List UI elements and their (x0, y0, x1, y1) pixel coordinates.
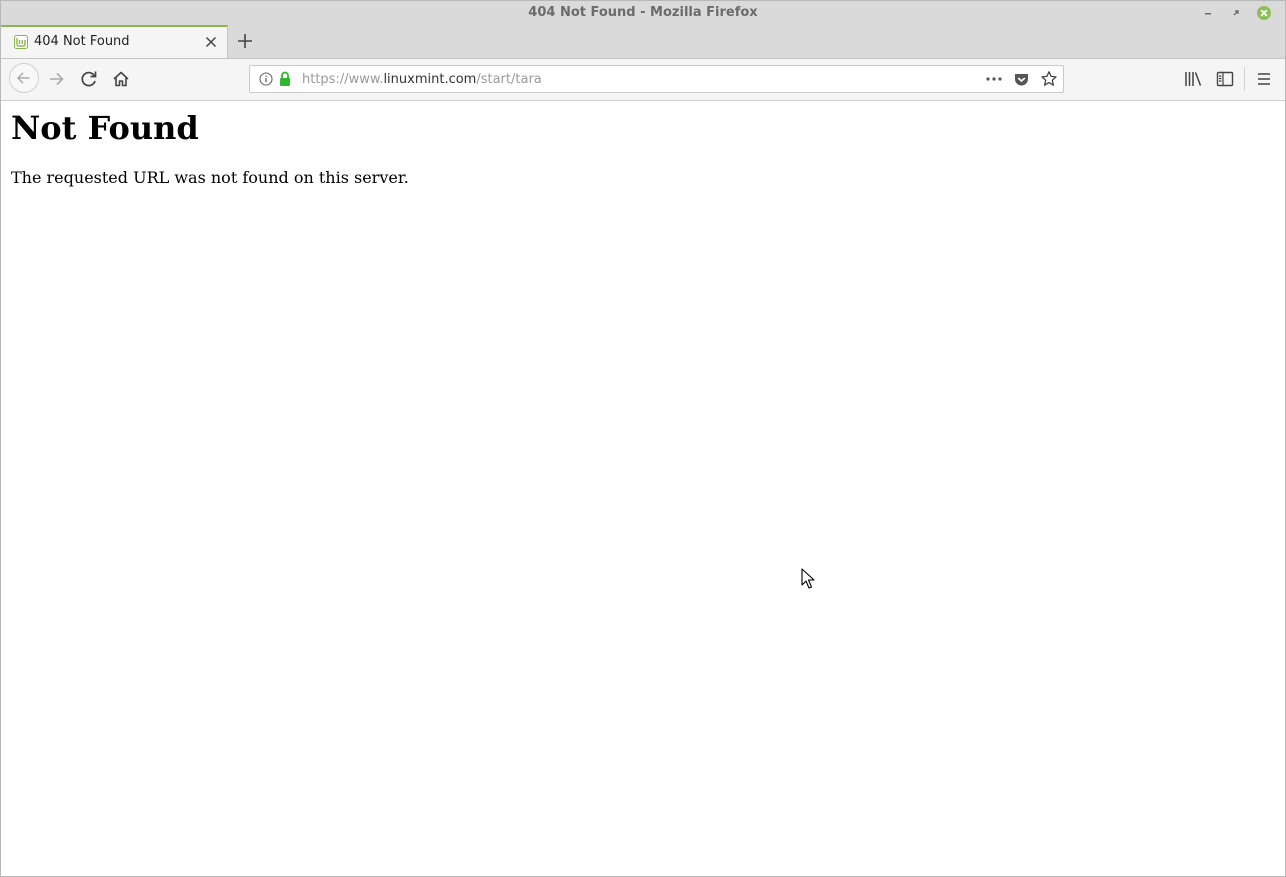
url-prefix: https://www. (302, 72, 384, 87)
toolbar-separator (1244, 67, 1245, 91)
more-icon[interactable] (983, 71, 1005, 87)
page-heading: Not Found (11, 109, 199, 147)
sidebar-icon[interactable] (1215, 69, 1235, 89)
star-icon[interactable] (1040, 70, 1058, 88)
url-domain: linuxmint.com (383, 72, 477, 87)
title-bar[interactable]: 404 Not Found - Mozilla Firefox (1, 1, 1285, 25)
info-icon[interactable] (259, 72, 273, 86)
url-path: /start/tara (476, 72, 542, 87)
back-icon[interactable] (9, 63, 39, 93)
url-bar[interactable]: https://www.linuxmint.com/start/tara (249, 65, 1064, 93)
home-icon[interactable] (106, 64, 136, 94)
browser-window: 404 Not Found - Mozilla Firefox 404 Not … (0, 0, 1286, 877)
forward-icon[interactable] (42, 64, 72, 94)
tab-title: 404 Not Found (34, 34, 130, 49)
restore-icon[interactable] (1228, 5, 1244, 21)
url-text[interactable]: https://www.linuxmint.com/start/tara (302, 72, 542, 87)
window-close-icon[interactable] (1256, 5, 1272, 21)
reload-icon[interactable] (74, 64, 104, 94)
pocket-icon[interactable] (1013, 71, 1030, 88)
minimize-icon[interactable] (1200, 5, 1216, 21)
plus-icon[interactable] (235, 31, 255, 51)
close-icon[interactable] (204, 35, 218, 49)
page-message: The requested URL was not found on this … (11, 168, 409, 187)
tab-strip: 404 Not Found (1, 25, 1285, 59)
navigation-toolbar: https://www.linuxmint.com/start/tara (1, 59, 1285, 101)
window-title: 404 Not Found - Mozilla Firefox (528, 5, 758, 20)
hamburger-menu-icon[interactable] (1254, 69, 1274, 89)
library-icon[interactable] (1183, 69, 1205, 89)
tab-404-not-found[interactable]: 404 Not Found (1, 25, 228, 58)
lock-icon[interactable] (278, 71, 292, 87)
page-content: Not Found The requested URL was not foun… (1, 101, 1285, 876)
mouse-cursor-icon (801, 568, 815, 589)
mint-favicon (14, 35, 28, 49)
